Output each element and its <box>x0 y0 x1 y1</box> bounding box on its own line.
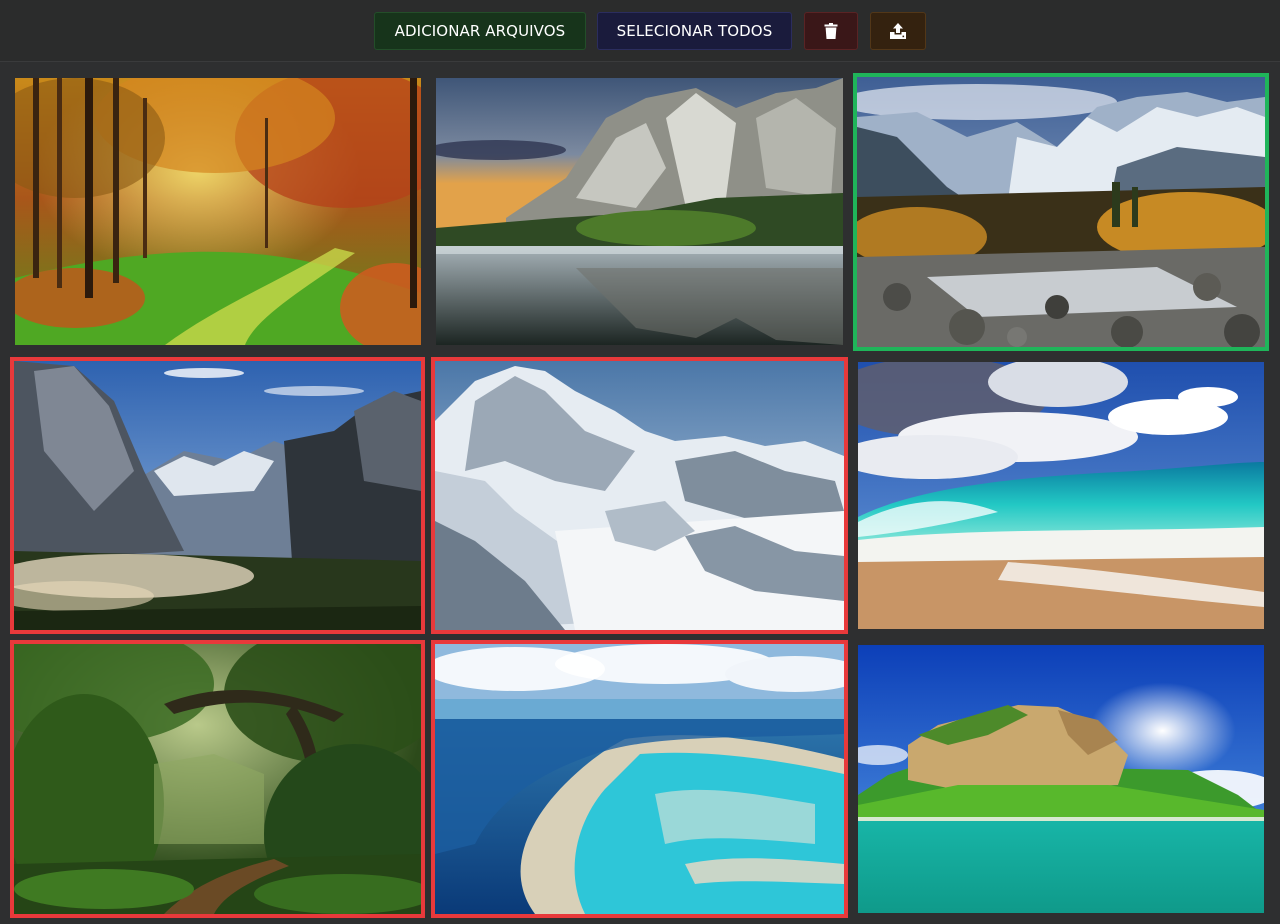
image-tile-cliffs-lake[interactable] <box>436 78 843 345</box>
image-tile-snow-mountain[interactable] <box>431 357 848 634</box>
mountain-river-image <box>857 77 1265 347</box>
delete-button[interactable] <box>804 12 858 50</box>
yosemite-valley-image <box>14 361 421 630</box>
green-jungle-image <box>14 644 421 914</box>
autumn-forest-image <box>15 78 421 345</box>
image-tile-ocean-wave[interactable] <box>858 362 1264 629</box>
image-tile-green-jungle[interactable] <box>10 640 425 918</box>
image-tile-tropical-island[interactable] <box>858 645 1264 913</box>
snow-mountain-image <box>435 361 844 630</box>
image-tile-autumn-forest[interactable] <box>15 78 421 345</box>
upload-button[interactable] <box>870 12 926 50</box>
image-tile-mountain-river[interactable] <box>853 73 1269 351</box>
upload-icon <box>890 23 906 39</box>
cliffs-lake-image <box>436 78 843 345</box>
image-tile-yosemite-valley[interactable] <box>10 357 425 634</box>
add-files-button[interactable]: ADICIONAR ARQUIVOS <box>374 12 586 50</box>
toolbar: ADICIONAR ARQUIVOS SELECIONAR TODOS <box>0 0 1280 62</box>
select-all-button[interactable]: SELECIONAR TODOS <box>597 12 792 50</box>
trash-icon <box>824 23 838 39</box>
tropical-island-image <box>858 645 1264 913</box>
coral-reef-image <box>435 644 844 914</box>
image-tile-coral-reef[interactable] <box>431 640 848 918</box>
ocean-wave-image <box>858 362 1264 629</box>
